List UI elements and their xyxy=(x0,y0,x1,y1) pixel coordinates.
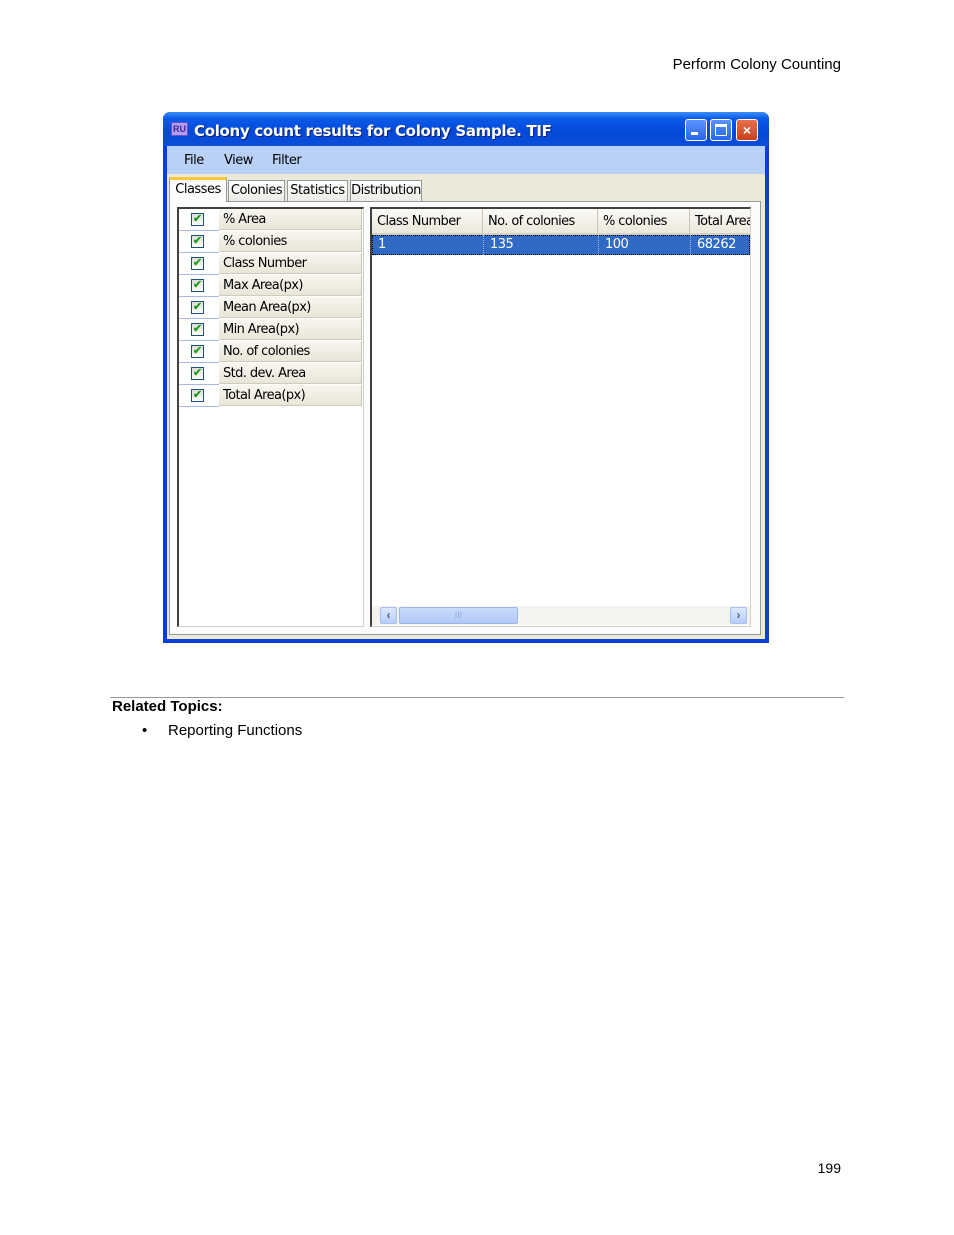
property-list: ✔ % Area ✔ % colonies ✔ Class Number ✔ Max A… xyxy=(177,207,364,627)
property-label: % Area xyxy=(219,209,362,230)
property-label: Max Area(px) xyxy=(219,275,362,296)
page-header: Perform Colony Counting xyxy=(672,56,841,73)
app-logo-icon: RU xyxy=(171,122,188,136)
chevron-left-icon: ‹ xyxy=(386,608,391,622)
property-row[interactable]: ✔ Total Area(px) xyxy=(179,385,363,407)
classes-panel: ✔ % Area ✔ % colonies ✔ Class Number ✔ Max A… xyxy=(169,201,761,635)
window-client: File View Filter Classes Colonies Statis… xyxy=(167,146,765,639)
scroll-left-button[interactable]: ‹ xyxy=(380,607,397,624)
cell-total-area: 68262 xyxy=(690,235,750,255)
property-label: Mean Area(px) xyxy=(219,297,362,318)
horizontal-scrollbar[interactable]: ‹ III › xyxy=(372,606,750,625)
property-row[interactable]: ✔ Class Number xyxy=(179,253,363,275)
property-checkbox[interactable]: ✔ xyxy=(191,389,204,402)
minimize-button[interactable] xyxy=(685,119,707,141)
property-checkbox[interactable]: ✔ xyxy=(191,345,204,358)
scroll-right-button[interactable]: › xyxy=(730,607,747,624)
menu-bar: File View Filter xyxy=(167,146,765,174)
property-label: Class Number xyxy=(219,253,362,274)
property-row[interactable]: ✔ Max Area(px) xyxy=(179,275,363,297)
property-label: No. of colonies xyxy=(219,341,362,362)
property-label: % colonies xyxy=(219,231,362,252)
property-checkbox[interactable]: ✔ xyxy=(191,257,204,270)
property-row[interactable]: ✔ No. of colonies xyxy=(179,341,363,363)
scroll-thumb[interactable]: III xyxy=(399,607,518,624)
tab-distribution[interactable]: Distribution xyxy=(350,180,422,201)
property-row[interactable]: ✔ % Area xyxy=(179,209,363,231)
close-icon: × xyxy=(742,122,752,138)
property-checkbox[interactable]: ✔ xyxy=(191,279,204,292)
minimize-icon xyxy=(691,132,698,135)
property-checkbox[interactable]: ✔ xyxy=(191,323,204,336)
bullet-icon: • xyxy=(142,722,148,739)
menu-view[interactable]: View xyxy=(224,153,253,168)
column-header-percent-colonies[interactable]: % colonies xyxy=(598,209,690,235)
property-row[interactable]: ✔ Min Area(px) xyxy=(179,319,363,341)
property-label: Total Area(px) xyxy=(219,385,362,406)
window-title: Colony count results for Colony Sample. … xyxy=(194,122,552,140)
property-checkbox[interactable]: ✔ xyxy=(191,213,204,226)
maximize-button[interactable] xyxy=(710,119,732,141)
property-row[interactable]: ✔ Std. dev. Area xyxy=(179,363,363,385)
tab-colonies[interactable]: Colonies xyxy=(228,180,285,201)
results-grid: Class Number No. of colonies % colonies … xyxy=(370,207,751,627)
property-checkbox[interactable]: ✔ xyxy=(191,367,204,380)
related-topic-link[interactable]: Reporting Functions xyxy=(168,722,302,739)
property-label: Std. dev. Area xyxy=(219,363,362,384)
property-checkbox[interactable]: ✔ xyxy=(191,235,204,248)
column-header-no-of-colonies[interactable]: No. of colonies xyxy=(483,209,598,235)
title-bar[interactable]: RU Colony count results for Colony Sampl… xyxy=(163,112,769,146)
tab-classes[interactable]: Classes xyxy=(169,177,227,202)
chevron-right-icon: › xyxy=(736,608,741,622)
page-number: 199 xyxy=(817,1160,841,1176)
cell-percent-colonies: 100 xyxy=(598,235,690,255)
property-label: Min Area(px) xyxy=(219,319,362,340)
maximize-icon xyxy=(715,124,727,136)
menu-file[interactable]: File xyxy=(184,153,204,168)
tab-statistics[interactable]: Statistics xyxy=(287,180,348,201)
cell-class-number: 1 xyxy=(378,237,386,252)
property-checkbox[interactable]: ✔ xyxy=(191,301,204,314)
column-header-total-area[interactable]: Total Area xyxy=(690,209,750,235)
colony-results-window: RU Colony count results for Colony Sampl… xyxy=(163,112,769,643)
column-header-class-number[interactable]: Class Number xyxy=(372,209,483,235)
related-topics-heading: Related Topics: xyxy=(112,698,223,715)
menu-filter[interactable]: Filter xyxy=(272,153,302,168)
close-button[interactable]: × xyxy=(736,119,758,141)
property-row[interactable]: ✔ Mean Area(px) xyxy=(179,297,363,319)
cell-no-of-colonies: 135 xyxy=(483,235,598,255)
property-row[interactable]: ✔ % colonies xyxy=(179,231,363,253)
